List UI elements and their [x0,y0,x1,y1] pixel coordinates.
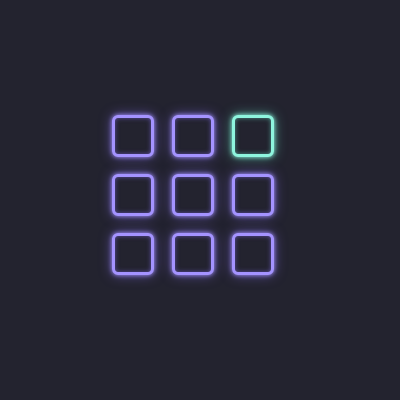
app-grid [112,115,274,275]
grid-tile[interactable] [172,174,214,216]
grid-tile[interactable] [112,233,154,275]
app-canvas [0,0,400,400]
grid-tile[interactable] [232,174,274,216]
grid-tile[interactable] [232,233,274,275]
grid-tile[interactable] [112,115,154,157]
grid-tile[interactable] [172,233,214,275]
grid-tile[interactable] [172,115,214,157]
grid-tile[interactable] [112,174,154,216]
grid-tile-active[interactable] [232,115,274,157]
